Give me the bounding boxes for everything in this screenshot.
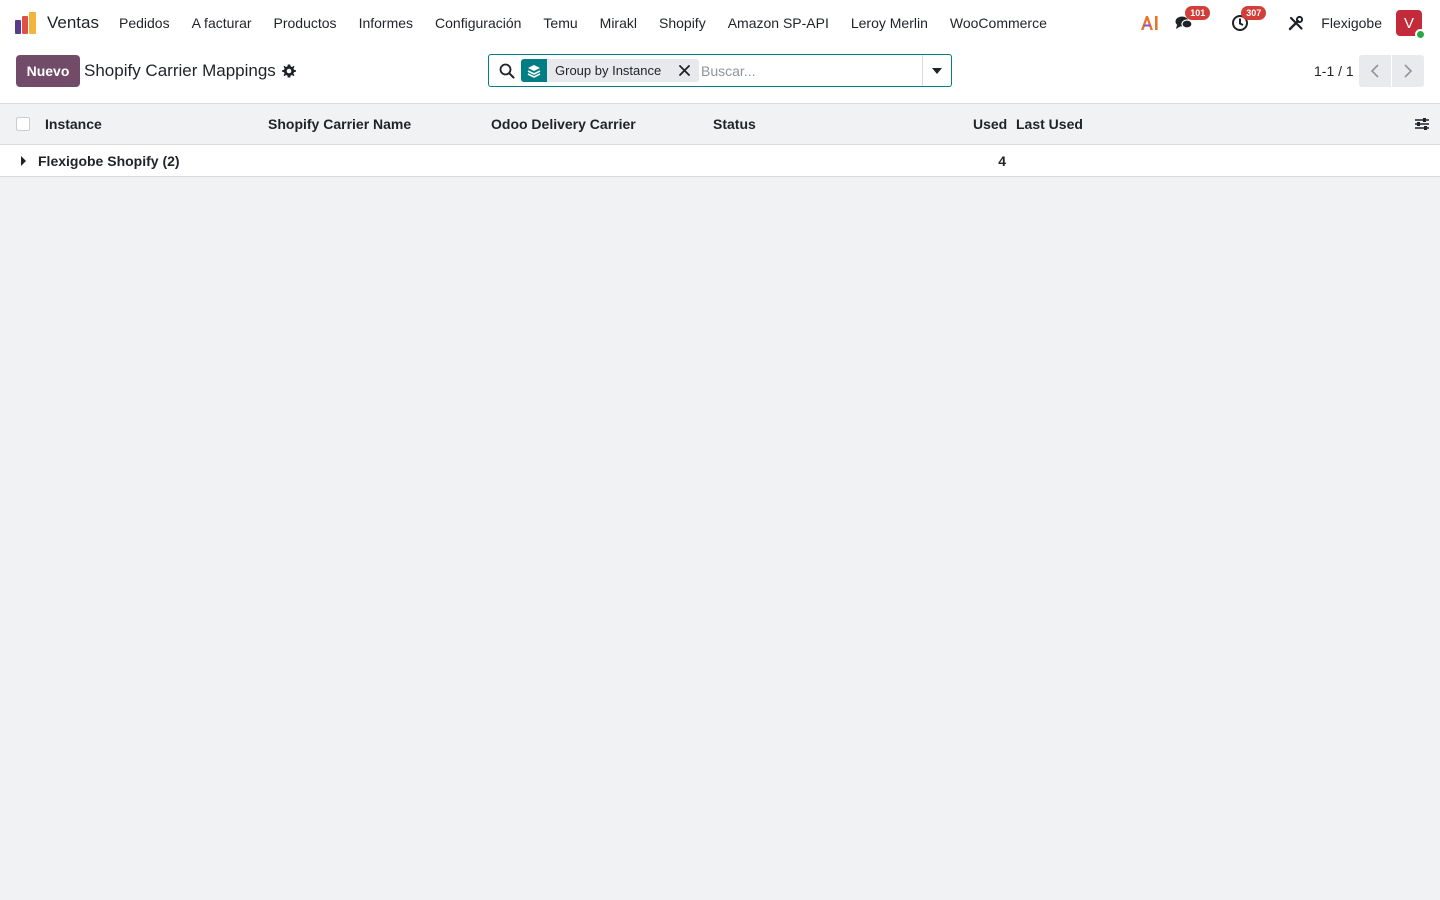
menu-item-productos[interactable]: Productos — [263, 0, 348, 46]
caret-right-icon — [21, 156, 26, 166]
layers-icon — [521, 59, 547, 82]
facet-label: Group by Instance — [555, 63, 662, 78]
systray: 101 307 Flexigobe V — [1139, 0, 1426, 46]
pager-next-button[interactable] — [1392, 55, 1424, 87]
column-header-odoo-delivery-carrier[interactable]: Odoo Delivery Carrier — [491, 116, 636, 132]
menu-item-shopify[interactable]: Shopify — [648, 0, 717, 46]
list-header: Instance Shopify Carrier Name Odoo Deliv… — [0, 104, 1440, 145]
menu-item-a-facturar[interactable]: A facturar — [181, 0, 263, 46]
messages-icon[interactable]: 101 — [1173, 6, 1211, 34]
new-button[interactable]: Nuevo — [16, 55, 80, 87]
column-header-last-used[interactable]: Last Used — [1016, 116, 1083, 132]
select-all-checkbox[interactable] — [16, 117, 30, 131]
menu-item-configuracion[interactable]: Configuración — [424, 0, 532, 46]
debug-tools-icon[interactable] — [1285, 12, 1307, 34]
user-avatar[interactable]: V — [1396, 10, 1426, 40]
activities-badge: 307 — [1241, 6, 1267, 20]
company-switcher[interactable]: Flexigobe — [1321, 15, 1382, 31]
menu-item-informes[interactable]: Informes — [348, 0, 424, 46]
column-header-status[interactable]: Status — [713, 116, 756, 132]
pager-previous-button[interactable] — [1359, 55, 1391, 87]
column-header-instance[interactable]: Instance — [45, 116, 102, 132]
ai-logo-icon — [1141, 16, 1158, 30]
page-title: Shopify Carrier Mappings — [84, 61, 276, 80]
main-menu: Pedidos A facturar Productos Informes Co… — [108, 0, 1058, 46]
optional-columns-icon[interactable] — [1414, 116, 1430, 132]
messages-badge: 101 — [1185, 6, 1211, 20]
menu-item-pedidos[interactable]: Pedidos — [108, 0, 181, 46]
chevron-left-icon — [1370, 64, 1379, 78]
group-by-facet[interactable]: Group by Instance — [521, 59, 699, 82]
top-navbar: Ventas Pedidos A facturar Productos Info… — [0, 0, 1440, 46]
sales-app-icon[interactable] — [15, 12, 37, 34]
search-input[interactable] — [701, 59, 921, 82]
column-header-shopify-carrier-name[interactable]: Shopify Carrier Name — [268, 116, 411, 132]
caret-down-icon — [932, 67, 942, 74]
search-bar: Group by Instance — [488, 54, 952, 87]
control-panel: Nuevo Shopify Carrier Mappings Group by … — [0, 46, 1440, 104]
group-used-total: 4 — [998, 153, 1006, 169]
app-name[interactable]: Ventas — [47, 12, 99, 34]
menu-item-amazon-sp-api[interactable]: Amazon SP-API — [717, 0, 840, 46]
avatar-initial: V — [1403, 14, 1414, 32]
pager-value[interactable]: 1-1 / 1 — [1314, 63, 1354, 79]
search-icon[interactable] — [499, 63, 515, 79]
chevron-right-icon — [1404, 64, 1413, 78]
search-options-toggle[interactable] — [922, 55, 951, 86]
gear-icon[interactable] — [281, 63, 297, 79]
group-name: Flexigobe Shopify (2) — [38, 153, 180, 169]
menu-item-leroy-merlin[interactable]: Leroy Merlin — [840, 0, 939, 46]
menu-item-mirakl[interactable]: Mirakl — [589, 0, 648, 46]
group-row[interactable]: Flexigobe Shopify (2) 4 — [0, 145, 1440, 177]
column-header-used[interactable]: Used — [973, 116, 1007, 132]
menu-item-woocommerce[interactable]: WooCommerce — [939, 0, 1058, 46]
activities-icon[interactable]: 307 — [1229, 6, 1267, 34]
ai-assistant-icon[interactable] — [1139, 12, 1161, 34]
menu-item-temu[interactable]: Temu — [532, 0, 588, 46]
close-icon[interactable] — [678, 64, 691, 77]
online-status-icon — [1415, 29, 1426, 40]
wrench-screwdriver-icon — [1289, 15, 1304, 31]
